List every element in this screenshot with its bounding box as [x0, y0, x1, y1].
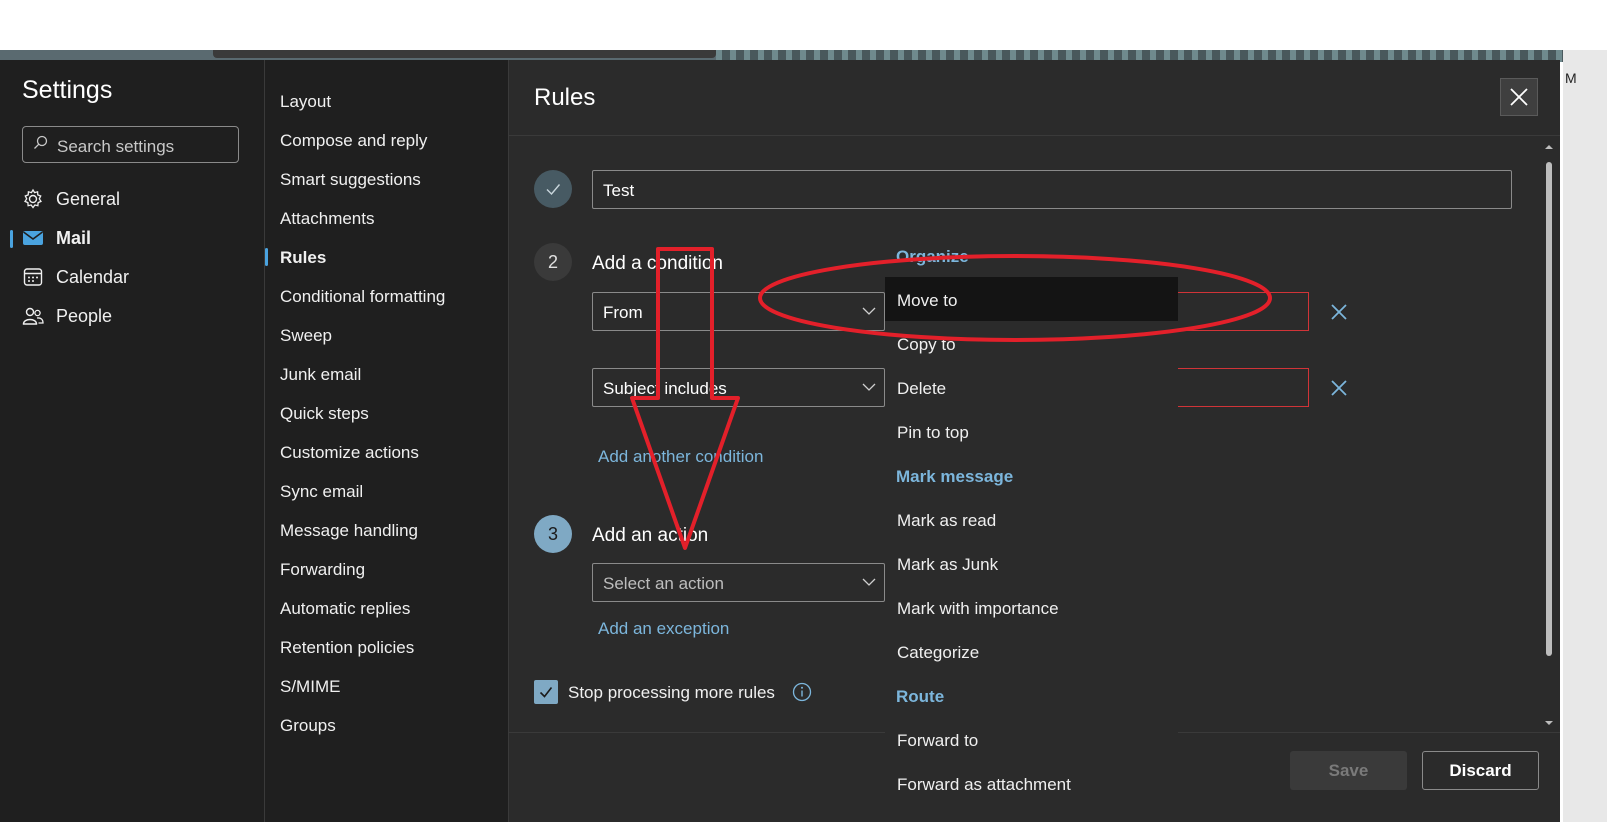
discard-label: Discard	[1449, 760, 1512, 780]
save-button[interactable]: Save	[1290, 751, 1407, 790]
nav-people-label: People	[56, 305, 113, 326]
selected-indicator	[265, 248, 268, 266]
nav-calendar-label: Calendar	[56, 266, 130, 287]
step3-badge: 3	[534, 515, 572, 553]
edge-text: M	[1565, 70, 1577, 86]
nav-layout[interactable]: Layout	[280, 92, 331, 112]
nav-sweep[interactable]: Sweep	[280, 326, 332, 346]
nav-customize-actions[interactable]: Customize actions	[280, 443, 419, 463]
search-placeholder: Search settings	[57, 137, 175, 156]
close-button[interactable]	[1500, 78, 1538, 116]
nav-forwarding[interactable]: Forwarding	[280, 560, 365, 580]
nav-people[interactable]: People	[22, 301, 112, 331]
nav-general[interactable]: General	[22, 184, 120, 214]
nav-mail[interactable]: Mail	[22, 223, 91, 253]
action-dropdown-menu: Organize Move to Copy to Delete Pin to t…	[885, 240, 1178, 822]
menu-item-pin-to-top[interactable]: Pin to top	[897, 423, 969, 443]
action-heading: Add an action	[592, 525, 709, 546]
selected-indicator	[10, 230, 13, 248]
nav-message-handling[interactable]: Message handling	[280, 521, 418, 541]
gear-icon	[22, 188, 44, 210]
window-edge: M	[1563, 50, 1607, 822]
condition-value-field-1[interactable]	[1177, 292, 1309, 331]
menu-item-categorize[interactable]: Categorize	[897, 643, 979, 663]
nav-automatic-replies[interactable]: Automatic replies	[280, 599, 410, 619]
nav-smime[interactable]: S/MIME	[280, 677, 340, 697]
calendar-icon	[22, 266, 44, 288]
action-dropdown[interactable]: Select an action	[592, 563, 885, 602]
step3-number: 3	[547, 523, 558, 544]
nav-calendar[interactable]: Calendar	[22, 262, 129, 292]
divider	[509, 135, 1560, 136]
condition-value-1: From	[603, 303, 643, 322]
rule-name-input[interactable]: Test	[592, 170, 1512, 209]
add-condition-link[interactable]: Add another condition	[598, 447, 763, 467]
nav-quick-steps[interactable]: Quick steps	[280, 404, 369, 424]
settings-category-nav: Settings Search settings General Mail Ca…	[0, 60, 265, 822]
stop-processing-checkbox[interactable]	[534, 680, 558, 704]
menu-item-forward-to[interactable]: Forward to	[897, 731, 978, 751]
chevron-down-icon	[862, 578, 876, 586]
menu-item-copy-to[interactable]: Copy to	[897, 335, 956, 355]
mail-icon	[22, 227, 44, 249]
step2-number: 2	[547, 251, 558, 272]
menu-header-organize: Organize	[896, 247, 969, 266]
search-icon	[34, 135, 48, 149]
nav-compose-and-reply[interactable]: Compose and reply	[280, 131, 427, 151]
checkmark-icon	[539, 687, 553, 698]
condition-heading: Add a condition	[592, 253, 723, 274]
stop-processing-label: Stop processing more rules	[568, 683, 775, 702]
menu-item-forward-as-attachment[interactable]: Forward as attachment	[897, 775, 1071, 795]
remove-condition-icon[interactable]	[1329, 378, 1349, 398]
action-placeholder: Select an action	[603, 574, 724, 593]
nav-attachments[interactable]: Attachments	[280, 209, 375, 229]
step2-badge: 2	[534, 243, 572, 281]
menu-header-mark-message: Mark message	[896, 467, 1014, 486]
chevron-down-icon	[862, 307, 876, 315]
nav-general-label: General	[56, 188, 121, 209]
condition-value-field-2[interactable]	[1177, 368, 1309, 407]
menu-item-delete[interactable]: Delete	[897, 379, 946, 399]
scrollbar[interactable]	[1542, 140, 1556, 730]
discard-button[interactable]: Discard	[1422, 751, 1539, 790]
add-exception-link[interactable]: Add an exception	[598, 619, 729, 639]
page-title: Rules	[534, 84, 596, 111]
close-icon	[1510, 88, 1528, 106]
menu-item-mark-with-importance[interactable]: Mark with importance	[897, 599, 1059, 619]
nav-rules[interactable]: Rules	[280, 248, 326, 268]
menu-item-mark-as-read[interactable]: Mark as read	[897, 511, 996, 531]
nav-mail-label: Mail	[56, 227, 92, 248]
condition-value-2: Subject includes	[603, 379, 727, 398]
info-icon[interactable]	[792, 682, 812, 702]
menu-item-mark-as-junk[interactable]: Mark as Junk	[897, 555, 998, 575]
step1-complete	[534, 170, 572, 208]
nav-conditional-formatting[interactable]: Conditional formatting	[280, 287, 445, 307]
scroll-down-icon[interactable]	[1542, 718, 1556, 728]
nav-junk-email[interactable]: Junk email	[280, 365, 361, 385]
condition-dropdown-1[interactable]: From	[592, 292, 885, 331]
checkmark-icon	[546, 184, 561, 196]
menu-header-route: Route	[896, 687, 945, 706]
settings-title: Settings	[22, 76, 113, 104]
remove-condition-icon[interactable]	[1329, 302, 1349, 322]
nav-retention-policies[interactable]: Retention policies	[280, 638, 414, 658]
chevron-down-icon	[862, 383, 876, 391]
people-icon	[22, 305, 44, 327]
search-settings-input[interactable]: Search settings	[22, 126, 239, 163]
scrollbar-thumb[interactable]	[1546, 162, 1552, 656]
nav-groups[interactable]: Groups	[280, 716, 336, 736]
nav-sync-email[interactable]: Sync email	[280, 482, 363, 502]
scroll-up-icon[interactable]	[1542, 142, 1556, 152]
condition-dropdown-2[interactable]: Subject includes	[592, 368, 885, 407]
save-label: Save	[1328, 760, 1369, 780]
settings-dialog: Settings Search settings General Mail Ca…	[0, 60, 1560, 822]
nav-smart-suggestions[interactable]: Smart suggestions	[280, 170, 421, 190]
mail-settings-nav: Layout Compose and reply Smart suggestio…	[265, 60, 509, 822]
browser-address-bar	[213, 50, 716, 58]
menu-item-move-to[interactable]: Move to	[897, 291, 957, 311]
rule-name-value: Test	[603, 181, 635, 200]
